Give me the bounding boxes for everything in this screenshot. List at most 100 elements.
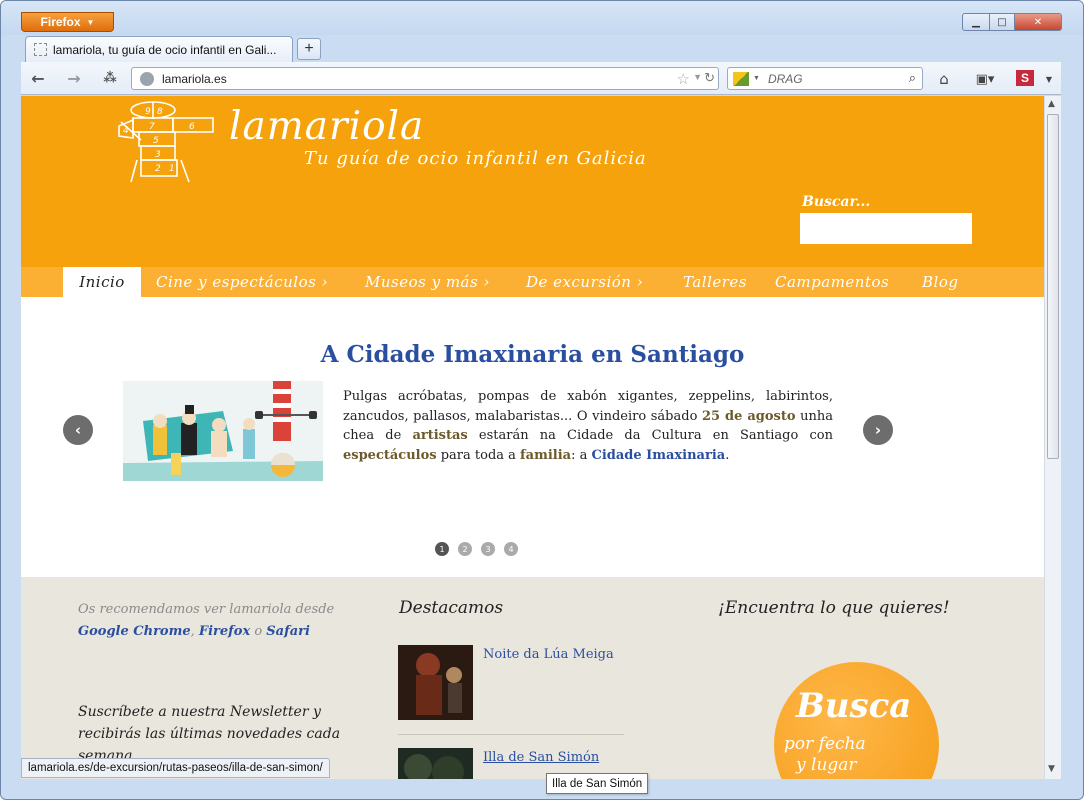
menu-item-cine[interactable]: Cine y espectáculos › (156, 267, 328, 297)
slide-date: 25 de agosto (701, 408, 796, 424)
featured-thumbnail[interactable] (398, 748, 473, 779)
search-label: Buscar... (802, 194, 871, 210)
slider-dot-4[interactable]: 4 (504, 542, 518, 556)
menu-item-talleres[interactable]: Talleres (683, 267, 747, 297)
bookmarks-menu-icon[interactable]: ▣▾ (969, 69, 1001, 89)
globe-icon (140, 71, 154, 86)
hopscotch-logo-icon[interactable]: 9 8 7 6 5 4 3 2 1 (111, 100, 231, 186)
link-tooltip: Illa de San Simón (546, 773, 649, 794)
menu-overflow-icon[interactable]: ▼ (1043, 69, 1055, 89)
slider-next-button[interactable]: › (863, 415, 893, 445)
menu-item-inicio[interactable]: Inicio (63, 267, 141, 297)
main-menu: Inicio Cine y espectáculos › Museos y má… (21, 267, 1044, 297)
badge-text: por fecha (784, 734, 866, 754)
home-icon[interactable]: ⌂ (933, 69, 955, 89)
slide-title[interactable]: A Cidade Imaxinaria en Santiago (21, 341, 1044, 368)
search-by-date-badge[interactable]: Busca por fecha y lugar (774, 662, 939, 779)
minimize-button[interactable]: ▁ (962, 13, 990, 31)
close-button[interactable]: ✕ (1014, 13, 1062, 31)
menu-item-museos[interactable]: Museos y más › (365, 267, 490, 297)
search-placeholder: DRAG (767, 71, 803, 86)
site-tagline: Tu guía de ocio infantil en Galicia (304, 148, 647, 169)
browser-window: Firefox ▼ ▁ □ ✕ lamariola, tu guía de oc… (0, 0, 1084, 800)
featured-slider: A Cidade Imaxinaria en Santiago ‹ Pulgas… (21, 297, 1044, 577)
firefox-menu-button[interactable]: Firefox ▼ (21, 12, 114, 32)
addon-icon[interactable]: ⁂ (99, 68, 121, 88)
page-viewport: 9 8 7 6 5 4 3 2 1 lamariola Tu guía de o… (21, 96, 1044, 779)
hopscotch-number: 7 (149, 122, 155, 132)
site-header: 9 8 7 6 5 4 3 2 1 lamariola Tu guía de o… (21, 96, 1044, 267)
new-tab-button[interactable]: + (297, 38, 321, 60)
tab-strip: lamariola, tu guía de ocio infantil en G… (21, 36, 1061, 62)
search-icon[interactable]: ⌕ (909, 70, 916, 86)
search-bar[interactable]: ▼ DRAG ⌕ (727, 67, 923, 90)
hopscotch-number: 8 (157, 107, 163, 117)
page-icon (34, 43, 47, 56)
featured-link[interactable]: Illa de San Simón (483, 750, 599, 765)
title-bar: Firefox ▼ ▁ □ ✕ (1, 1, 1083, 35)
footer-section: Os recomendamos ver lamariola desde Goog… (21, 577, 1044, 779)
slide-keyword-familia: familia (520, 447, 572, 463)
chrome-link[interactable]: Google Chrome (78, 624, 191, 639)
hopscotch-number: 5 (153, 136, 159, 146)
hopscotch-number: 6 (189, 122, 195, 132)
circus-illustration (123, 381, 323, 481)
scroll-down-icon[interactable]: ▼ (1048, 764, 1055, 774)
hopscotch-number: 2 (155, 164, 161, 174)
hopscotch-number: 4 (123, 126, 129, 136)
forward-button[interactable]: → (63, 68, 85, 88)
navigation-toolbar: ← → ⁂ lamariola.es ☆ ▼ ↻ ▼ DRAG ⌕ ⌂ ▣▾ S… (21, 62, 1061, 95)
hopscotch-number: 9 (145, 107, 151, 117)
history-dropdown-icon[interactable]: ▼ (693, 72, 702, 82)
site-search-input[interactable] (800, 213, 972, 244)
recommend-text: Os recomendamos ver lamariola desde (78, 602, 335, 617)
slide-keyword-artistas: artistas (412, 428, 468, 443)
tab-title: lamariola, tu guía de ocio infantil en G… (53, 42, 277, 57)
slide-keyword-espectaculos: espectáculos (343, 447, 437, 463)
search-engine-icon[interactable] (733, 71, 749, 86)
slider-prev-button[interactable]: ‹ (63, 415, 93, 445)
menu-item-blog[interactable]: Blog (922, 267, 958, 297)
menu-item-campamentos[interactable]: Campamentos (775, 267, 889, 297)
slide-text-part: estarán na Cidade da Cultura en Santiago… (467, 428, 833, 443)
maximize-button[interactable]: □ (989, 13, 1015, 31)
slide-text-part: para toda a (436, 447, 521, 463)
chevron-down-icon: ▼ (86, 17, 95, 27)
badge-text: y lugar (796, 755, 857, 775)
featured-link[interactable]: Noite da Lúa Meiga (483, 647, 614, 662)
slider-dot-3[interactable]: 3 (481, 542, 495, 556)
url-text: lamariola.es (162, 71, 227, 86)
destacamos-title: Destacamos (399, 598, 504, 618)
addon-s-icon[interactable]: S (1016, 70, 1034, 86)
url-bar[interactable]: lamariola.es ☆ ▼ ↻ (131, 67, 719, 90)
featured-item[interactable]: Noite da Lúa Meiga (398, 645, 624, 735)
hopscotch-number: 3 (155, 150, 161, 160)
safari-link[interactable]: Safari (266, 624, 310, 639)
find-title: ¡Encuentra lo que quieres! (718, 598, 950, 618)
site-logo-title[interactable]: lamariola (229, 104, 424, 149)
vertical-scrollbar[interactable]: ▲ ▼ (1044, 96, 1061, 779)
separator: , (190, 624, 199, 639)
badge-text: Busca (796, 686, 912, 726)
slider-pagination: 1 2 3 4 (435, 542, 518, 556)
slide-text-part: : a (571, 447, 592, 463)
firefox-link[interactable]: Firefox (199, 624, 250, 639)
scroll-up-icon[interactable]: ▲ (1048, 99, 1055, 109)
menu-item-excursion[interactable]: De excursión › (526, 267, 643, 297)
slide-illustration[interactable] (123, 381, 323, 481)
scrollbar-thumb[interactable] (1047, 114, 1059, 459)
reload-icon[interactable]: ↻ (704, 70, 715, 86)
browser-recommendation: Os recomendamos ver lamariola desde Goog… (78, 599, 358, 643)
search-engine-dropdown-icon[interactable]: ▼ (753, 75, 760, 82)
slide-summary: Pulgas acróbatas, pompas de xabón xigant… (343, 387, 833, 465)
tab-lamariola[interactable]: lamariola, tu guía de ocio infantil en G… (25, 36, 293, 62)
firefox-menu-label: Firefox (40, 15, 81, 29)
bookmark-star-icon[interactable]: ☆ (677, 70, 690, 88)
back-button[interactable]: ← (27, 68, 49, 88)
slider-dot-2[interactable]: 2 (458, 542, 472, 556)
featured-thumbnail[interactable] (398, 645, 473, 720)
slide-link[interactable]: Cidade Imaxinaria (591, 448, 725, 463)
slider-dot-1[interactable]: 1 (435, 542, 449, 556)
hopscotch-number: 1 (169, 164, 175, 174)
slide-text-part: . (725, 447, 730, 463)
